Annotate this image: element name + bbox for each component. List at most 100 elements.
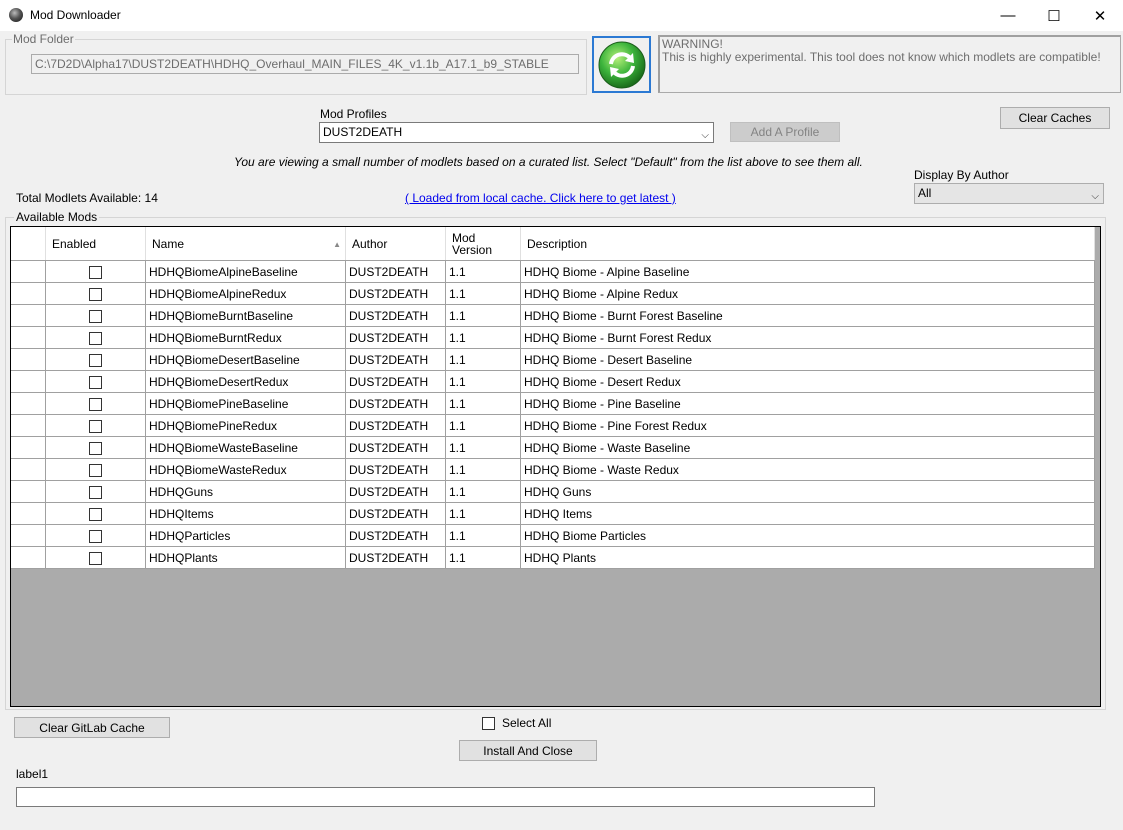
column-author[interactable]: Author <box>345 227 446 261</box>
mods-table: Enabled Name ▲ Author Mod Version Descri… <box>11 227 1095 569</box>
select-all-checkbox[interactable]: Select All <box>482 716 551 730</box>
enabled-checkbox-cell[interactable] <box>45 458 146 481</box>
enabled-checkbox[interactable] <box>89 265 102 279</box>
mods-table-body: HDHQBiomeAlpineBaseline DUST2DEATH 1.1 HDHQ… <box>11 260 1095 569</box>
table-row[interactable]: HDHQParticles DUST2DEATH 1.1 HDHQ Biome Par… <box>11 524 1095 547</box>
enabled-checkbox[interactable] <box>89 331 102 345</box>
table-row[interactable]: HDHQGuns DUST2DEATH 1.1 HDHQ Guns <box>11 480 1095 503</box>
mod-name-cell: HDHQPlants <box>145 546 346 569</box>
enabled-checkbox-cell[interactable] <box>45 282 146 305</box>
row-header-cell <box>11 392 46 415</box>
mod-author-cell: DUST2DEATH <box>345 414 446 437</box>
enabled-checkbox-cell[interactable] <box>45 436 146 459</box>
column-enabled[interactable]: Enabled <box>45 227 146 261</box>
enabled-checkbox-cell[interactable] <box>45 304 146 327</box>
enabled-checkbox[interactable] <box>89 309 102 323</box>
row-header-cell <box>11 546 46 569</box>
row-header-cell <box>11 524 46 547</box>
enabled-checkbox[interactable] <box>89 463 102 477</box>
mod-version-cell: 1.1 <box>445 326 521 349</box>
table-row[interactable]: HDHQItems DUST2DEATH 1.1 HDHQ Items <box>11 502 1095 525</box>
mod-profiles-select[interactable]: DUST2DEATH ⌵ <box>319 122 714 143</box>
mod-author-cell: DUST2DEATH <box>345 458 446 481</box>
app-icon <box>9 8 23 22</box>
refresh-button[interactable] <box>592 36 651 93</box>
mod-name-cell: HDHQBiomePineBaseline <box>145 392 346 415</box>
column-mod-version[interactable]: Mod Version <box>445 227 521 261</box>
enabled-checkbox-cell[interactable] <box>45 414 146 437</box>
warning-message: This is highly experimental. This tool d… <box>662 50 1101 64</box>
enabled-checkbox-cell[interactable] <box>45 348 146 371</box>
enabled-checkbox[interactable] <box>89 397 102 411</box>
table-row[interactable]: HDHQBiomeAlpineBaseline DUST2DEATH 1.1 HDHQ… <box>11 260 1095 283</box>
mod-name-cell: HDHQGuns <box>145 480 346 503</box>
clear-gitlab-cache-button[interactable]: Clear GitLab Cache <box>14 717 170 738</box>
column-mod-version-line2: Version <box>452 242 493 257</box>
table-row[interactable]: HDHQBiomeDesertRedux DUST2DEATH 1.1 HDHQ Bi… <box>11 370 1095 393</box>
enabled-checkbox-cell[interactable] <box>45 260 146 283</box>
enabled-checkbox-cell[interactable] <box>45 546 146 569</box>
status-field[interactable] <box>16 787 875 807</box>
maximize-button[interactable]: ☐ <box>1031 0 1077 31</box>
table-row[interactable]: HDHQBiomeWasteBaseline DUST2DEATH 1.1 HDHQ … <box>11 436 1095 459</box>
enabled-checkbox[interactable] <box>89 485 102 499</box>
column-name-label: Name <box>152 236 185 251</box>
row-header-cell <box>11 458 46 481</box>
mod-name-cell: HDHQItems <box>145 502 346 525</box>
enabled-checkbox[interactable] <box>89 287 102 301</box>
mod-name-cell: HDHQBiomePineRedux <box>145 414 346 437</box>
mod-description-cell: HDHQ Biome - Waste Baseline <box>520 436 1095 459</box>
enabled-checkbox[interactable] <box>89 507 102 521</box>
mod-version-cell: 1.1 <box>445 304 521 327</box>
enabled-checkbox[interactable] <box>89 441 102 455</box>
total-modlets-label: Total Modlets Available: 14 <box>16 191 158 205</box>
column-description[interactable]: Description <box>520 227 1095 261</box>
chevron-down-icon: ⌵ <box>701 130 709 141</box>
author-filter-select[interactable]: All ⌵ <box>914 183 1104 204</box>
mod-version-cell: 1.1 <box>445 370 521 393</box>
mod-version-cell: 1.1 <box>445 392 521 415</box>
cache-link[interactable]: ( Loaded from local cache. Click here to… <box>405 191 676 205</box>
mod-folder-label: Mod Folder <box>12 32 75 46</box>
enabled-checkbox[interactable] <box>89 353 102 367</box>
add-profile-button[interactable]: Add A Profile <box>730 122 840 142</box>
close-button[interactable]: ✕ <box>1077 0 1123 31</box>
table-row[interactable]: HDHQBiomePineBaseline DUST2DEATH 1.1 HDHQ B… <box>11 392 1095 415</box>
mod-description-cell: HDHQ Biome - Waste Redux <box>520 458 1095 481</box>
mod-author-cell: DUST2DEATH <box>345 502 446 525</box>
mod-author-cell: DUST2DEATH <box>345 524 446 547</box>
mod-name-cell: HDHQParticles <box>145 524 346 547</box>
mod-name-cell: HDHQBiomeBurntRedux <box>145 326 346 349</box>
table-row[interactable]: HDHQBiomePineRedux DUST2DEATH 1.1 HDHQ Biom… <box>11 414 1095 437</box>
enabled-checkbox-cell[interactable] <box>45 524 146 547</box>
enabled-checkbox-cell[interactable] <box>45 392 146 415</box>
enabled-checkbox[interactable] <box>89 375 102 389</box>
mod-version-cell: 1.1 <box>445 260 521 283</box>
mod-author-cell: DUST2DEATH <box>345 392 446 415</box>
enabled-checkbox-cell[interactable] <box>45 480 146 503</box>
mod-description-cell: HDHQ Biome - Burnt Forest Baseline <box>520 304 1095 327</box>
enabled-checkbox[interactable] <box>89 419 102 433</box>
enabled-checkbox[interactable] <box>89 551 102 565</box>
table-row[interactable]: HDHQBiomeDesertBaseline DUST2DEATH 1.1 HDHQ… <box>11 348 1095 371</box>
select-all-label: Select All <box>502 716 552 730</box>
select-all-box[interactable] <box>482 716 495 730</box>
row-header-cell <box>11 304 46 327</box>
table-row[interactable]: HDHQBiomeBurntBaseline DUST2DEATH 1.1 HDHQ … <box>11 304 1095 327</box>
mods-grid[interactable]: Enabled Name ▲ Author Mod Version Descri… <box>10 226 1101 707</box>
mod-author-cell: DUST2DEATH <box>345 370 446 393</box>
column-name[interactable]: Name ▲ <box>145 227 346 261</box>
enabled-checkbox-cell[interactable] <box>45 370 146 393</box>
table-row[interactable]: HDHQBiomeWasteRedux DUST2DEATH 1.1 HDHQ Bio… <box>11 458 1095 481</box>
enabled-checkbox[interactable] <box>89 529 102 543</box>
warning-box: WARNING! This is highly experimental. Th… <box>658 35 1121 93</box>
clear-caches-button[interactable]: Clear Caches <box>1000 107 1110 129</box>
author-filter-value: All <box>918 186 932 200</box>
table-row[interactable]: HDHQBiomeBurntRedux DUST2DEATH 1.1 HDHQ Bio… <box>11 326 1095 349</box>
install-and-close-button[interactable]: Install And Close <box>459 740 597 761</box>
table-row[interactable]: HDHQBiomeAlpineRedux DUST2DEATH 1.1 HDHQ Bi… <box>11 282 1095 305</box>
table-row[interactable]: HDHQPlants DUST2DEATH 1.1 HDHQ Plants <box>11 546 1095 569</box>
minimize-button[interactable]: — <box>985 0 1031 31</box>
enabled-checkbox-cell[interactable] <box>45 326 146 349</box>
enabled-checkbox-cell[interactable] <box>45 502 146 525</box>
